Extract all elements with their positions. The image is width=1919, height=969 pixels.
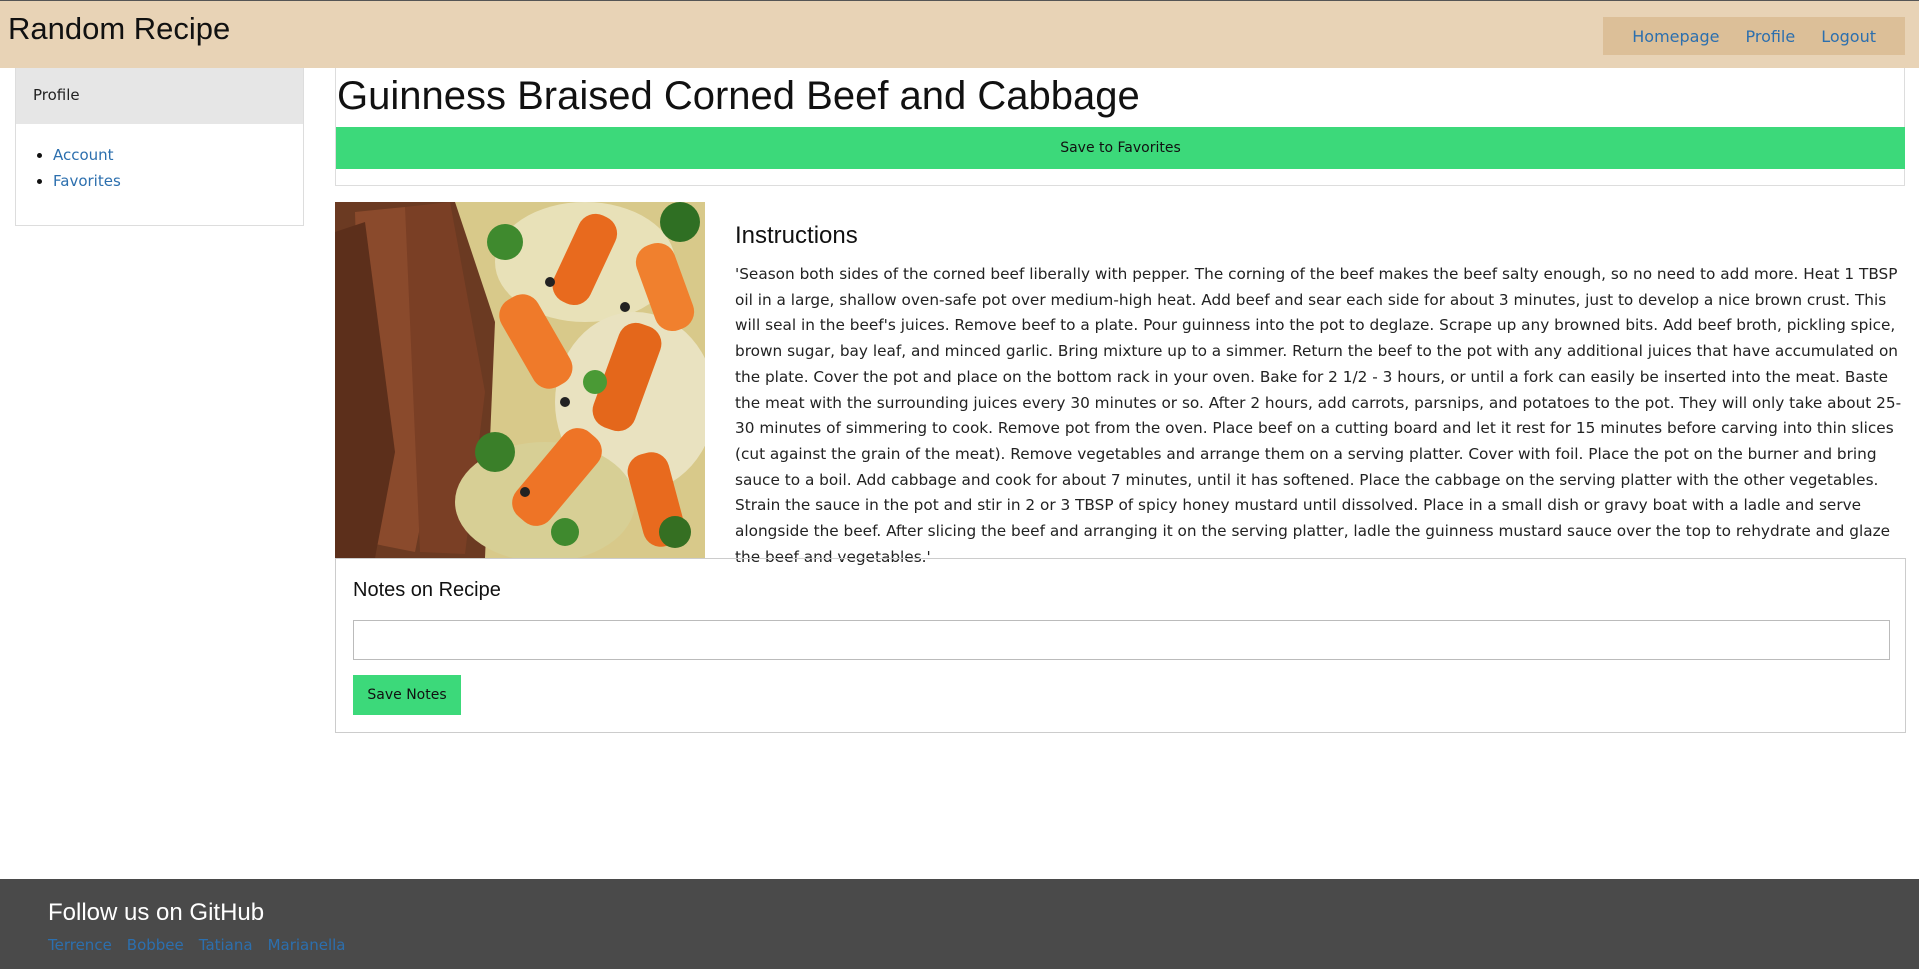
footer: Follow us on GitHub Terrence Bobbee Tati… (0, 879, 1919, 969)
nav-link-logout[interactable]: Logout (1821, 27, 1876, 46)
sidebar-link-account[interactable]: Account (53, 146, 114, 164)
notes-panel: Notes on Recipe Save Notes (335, 558, 1906, 733)
recipe-title-panel: Guinness Braised Corned Beef and Cabbage… (335, 68, 1905, 186)
recipe-title: Guinness Braised Corned Beef and Cabbage (337, 74, 1140, 118)
brand-logo-link[interactable]: Random Recipe (8, 11, 230, 47)
notes-heading: Notes on Recipe (353, 579, 501, 601)
sidebar-item-account: Account (53, 142, 303, 168)
recipe-image (335, 202, 705, 558)
footer-link-marianella[interactable]: Marianella (268, 936, 346, 954)
sidebar-item-favorites: Favorites (53, 168, 303, 194)
footer-link-terrence[interactable]: Terrence (48, 936, 112, 954)
instructions-heading: Instructions (735, 222, 858, 249)
sidebar-heading: Profile (16, 68, 303, 124)
instructions-text: 'Season both sides of the corned beef li… (735, 265, 1902, 566)
sidebar-link-favorites[interactable]: Favorites (53, 172, 121, 190)
save-notes-button[interactable]: Save Notes (353, 675, 461, 715)
instructions-section: Instructions 'Season both sides of the c… (735, 222, 1907, 570)
footer-github-links: Terrence Bobbee Tatiana Marianella (48, 936, 361, 954)
footer-link-tatiana[interactable]: Tatiana (199, 936, 253, 954)
nav-link-homepage[interactable]: Homepage (1632, 27, 1719, 46)
top-nav-menu: Homepage Profile Logout (1603, 17, 1905, 55)
nav-link-profile[interactable]: Profile (1745, 27, 1795, 46)
profile-sidebar: Profile Account Favorites (15, 68, 304, 226)
corned-beef-photo (335, 202, 705, 558)
save-to-favorites-button[interactable]: Save to Favorites (336, 127, 1905, 169)
sidebar-menu: Account Favorites (16, 124, 303, 194)
notes-input[interactable] (353, 620, 1890, 660)
footer-heading: Follow us on GitHub (48, 899, 265, 926)
top-navbar: Random Recipe Homepage Profile Logout (0, 0, 1919, 68)
footer-link-bobbee[interactable]: Bobbee (127, 936, 184, 954)
